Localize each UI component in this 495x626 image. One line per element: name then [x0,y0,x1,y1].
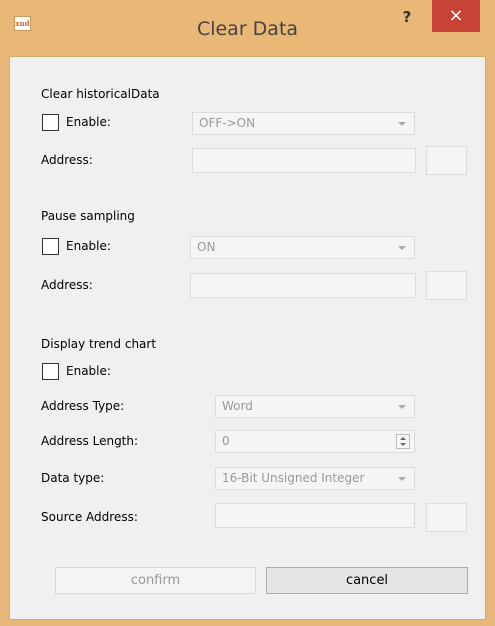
pause-sampling-address-input[interactable] [190,273,416,298]
dialog-body: Clear historicalData Enable: OFF->ON Add… [9,56,486,620]
address-length-value: 0 [222,434,230,448]
chevron-down-icon [398,122,406,126]
chevron-down-icon [398,405,406,409]
address-length-label: Address Length: [41,434,139,448]
clear-history-address-picker-button[interactable] [426,146,467,175]
pause-sampling-enable-checkbox[interactable] [42,238,59,255]
clear-history-heading: Clear historicalData [41,87,160,101]
trend-chart-enable-checkbox[interactable] [42,363,59,380]
pause-sampling-address-label: Address: [41,278,93,292]
close-button[interactable]: × [432,0,480,32]
clear-history-address-label: Address: [41,153,93,167]
chevron-down-icon [398,477,406,481]
address-type-select[interactable]: Word [215,395,415,418]
title-bar[interactable]: xnd Clear Data ? × [0,0,495,56]
trend-chart-heading: Display trend chart [41,337,157,351]
clear-history-trigger-select[interactable]: OFF->ON [192,112,415,135]
cancel-button[interactable]: cancel [266,567,468,594]
clear-data-dialog: xnd Clear Data ? × Clear historicalData … [0,0,495,626]
clear-history-enable-label: Enable: [66,115,111,129]
data-type-select[interactable]: 16-Bit Unsigned Integer [215,467,415,490]
pause-sampling-heading: Pause sampling [41,209,135,223]
dialog-title: Clear Data [196,18,299,40]
chevron-down-icon [398,246,406,250]
clear-history-enable-checkbox[interactable] [42,114,59,131]
pause-sampling-address-picker-button[interactable] [426,271,467,300]
address-length-spinbox[interactable]: 0 [215,430,415,453]
pause-sampling-enable-label: Enable: [66,239,111,253]
trend-chart-enable-label: Enable: [66,364,111,378]
clear-history-address-input[interactable] [192,148,416,173]
pause-sampling-trigger-select[interactable]: ON [190,236,415,259]
source-address-input[interactable] [215,503,415,528]
address-type-value: Word [222,399,253,413]
spin-arrows-icon[interactable] [396,434,410,449]
clear-history-trigger-value: OFF->ON [199,116,256,130]
data-type-label: Data type: [41,471,105,485]
data-type-value: 16-Bit Unsigned Integer [222,471,365,485]
address-type-label: Address Type: [41,399,125,413]
source-address-picker-button[interactable] [426,503,467,532]
confirm-button[interactable]: confirm [55,567,256,594]
pause-sampling-trigger-value: ON [197,240,216,254]
help-button[interactable]: ? [394,6,420,28]
source-address-label: Source Address: [41,510,138,524]
